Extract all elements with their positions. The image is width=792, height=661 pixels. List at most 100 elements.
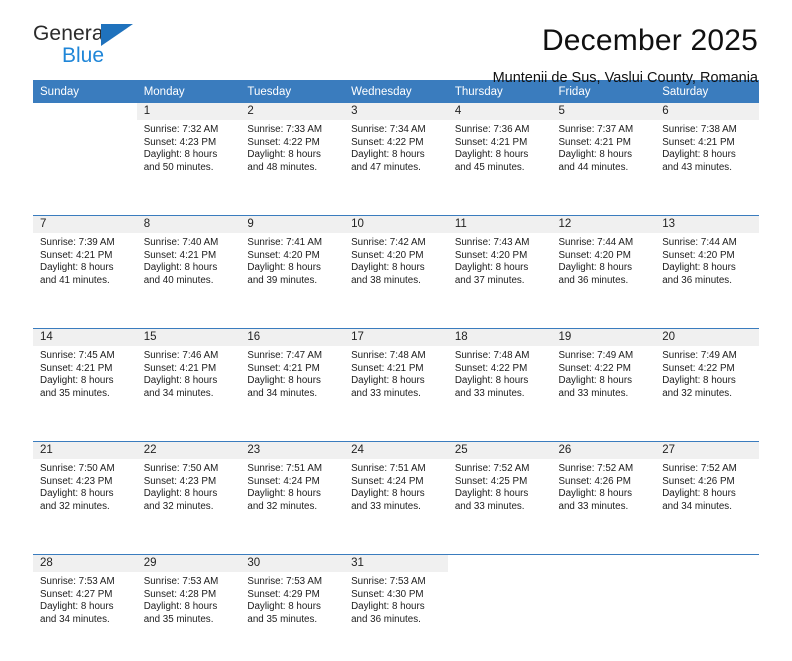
day-cell[interactable]: Sunrise: 7:50 AM Sunset: 4:23 PM Daylight:…: [33, 459, 137, 548]
day-number-cell[interactable]: 26: [551, 441, 656, 459]
daylight-text-line2: and 35 minutes.: [40, 387, 110, 399]
day-number-cell[interactable]: 23: [240, 441, 345, 459]
day-cell[interactable]: Sunrise: 7:53 AM Sunset: 4:30 PM Daylight:…: [344, 572, 448, 661]
day-number-cell[interactable]: 31: [344, 554, 448, 572]
day-cell[interactable]: Sunrise: 7:53 AM Sunset: 4:29 PM Daylight:…: [240, 572, 344, 661]
day-number-cell[interactable]: 18: [447, 328, 552, 346]
day-cell[interactable]: Sunrise: 7:33 AM Sunset: 4:22 PM Daylight:…: [240, 120, 344, 209]
daylight-text-line1: Daylight: 8 hours: [454, 375, 529, 387]
day-cell-body: Sunrise: 7:49 AM Sunset: 4:22 PM Daylight:…: [552, 346, 656, 400]
day-cell[interactable]: Sunrise: 7:48 AM Sunset: 4:22 PM Daylight:…: [448, 346, 552, 435]
day-number-cell[interactable]: 9: [240, 215, 345, 233]
day-cell[interactable]: Sunrise: 7:46 AM Sunset: 4:21 PM Daylight:…: [137, 346, 241, 435]
day-cell[interactable]: Sunrise: 7:52 AM Sunset: 4:26 PM Daylight:…: [552, 459, 656, 548]
weekday-header-monday: Monday: [136, 80, 241, 103]
day-number: 7: [40, 218, 47, 230]
sunset-text: Sunset: 4:21 PM: [351, 362, 424, 374]
daylight-text-line1: Daylight: 8 hours: [558, 262, 633, 274]
daylight-text-line1: Daylight: 8 hours: [247, 375, 321, 387]
day-number-cell[interactable]: 6: [655, 103, 759, 120]
daylight-text-line1: Daylight: 8 hours: [454, 488, 529, 500]
daylight-text-line2: and 40 minutes.: [143, 274, 214, 286]
day-cell[interactable]: Sunrise: 7:44 AM Sunset: 4:20 PM Daylight:…: [655, 233, 759, 322]
day-number-cell[interactable]: 25: [447, 441, 552, 459]
day-number-cell[interactable]: 1: [136, 103, 241, 120]
day-number-cell[interactable]: 3: [344, 103, 448, 120]
day-number-cell[interactable]: 5: [551, 103, 656, 120]
day-cell[interactable]: Sunrise: 7:52 AM Sunset: 4:25 PM Daylight:…: [448, 459, 552, 548]
day-number-cell[interactable]: 10: [344, 215, 448, 233]
day-number-cell[interactable]: 29: [136, 554, 241, 572]
day-number-cell[interactable]: 4: [447, 103, 552, 120]
day-cell[interactable]: Sunrise: 7:50 AM Sunset: 4:23 PM Daylight:…: [137, 459, 241, 548]
day-cell[interactable]: Sunrise: 7:42 AM Sunset: 4:20 PM Daylight:…: [344, 233, 448, 322]
day-number-cell[interactable]: 21: [33, 441, 137, 459]
day-number: 27: [662, 444, 676, 456]
day-number-cell[interactable]: 24: [344, 441, 448, 459]
daylight-text-line1: Daylight: 8 hours: [143, 149, 218, 161]
day-cell[interactable]: Sunrise: 7:51 AM Sunset: 4:24 PM Daylight:…: [240, 459, 344, 548]
day-number-cell[interactable]: 16: [240, 328, 345, 346]
sunset-text: Sunset: 4:24 PM: [247, 475, 320, 487]
day-cell[interactable]: Sunrise: 7:41 AM Sunset: 4:20 PM Daylight:…: [240, 233, 344, 322]
daylight-text-line1: Daylight: 8 hours: [662, 375, 736, 387]
sunset-text: Sunset: 4:23 PM: [143, 475, 217, 487]
day-number-cell[interactable]: 7: [33, 215, 137, 233]
day-number-cell[interactable]: 28: [33, 554, 137, 572]
day-number-cell[interactable]: 12: [551, 215, 656, 233]
sunset-text: Sunset: 4:23 PM: [40, 475, 113, 487]
daylight-text-line1: Daylight: 8 hours: [143, 262, 218, 274]
day-cell[interactable]: Sunrise: 7:43 AM Sunset: 4:20 PM Daylight:…: [448, 233, 552, 322]
day-number-cell[interactable]: 11: [447, 215, 552, 233]
day-cell[interactable]: Sunrise: 7:53 AM Sunset: 4:28 PM Daylight:…: [137, 572, 241, 661]
day-cell[interactable]: Sunrise: 7:37 AM Sunset: 4:21 PM Daylight:…: [552, 120, 656, 209]
day-number-cell[interactable]: 17: [344, 328, 448, 346]
daylight-text-line1: Daylight: 8 hours: [558, 149, 633, 161]
sunset-text: Sunset: 4:21 PM: [143, 249, 217, 261]
sunrise-text: Sunrise: 7:45 AM: [40, 350, 115, 361]
day-cell[interactable]: Sunrise: 7:34 AM Sunset: 4:22 PM Daylight:…: [344, 120, 448, 209]
day-number-cell[interactable]: 15: [136, 328, 241, 346]
day-cell[interactable]: Sunrise: 7:32 AM Sunset: 4:23 PM Daylight:…: [137, 120, 241, 209]
day-number-cell[interactable]: 2: [240, 103, 345, 120]
day-number-cell[interactable]: 20: [655, 328, 759, 346]
daylight-text-line1: Daylight: 8 hours: [454, 149, 529, 161]
day-cell[interactable]: Sunrise: 7:51 AM Sunset: 4:24 PM Daylight:…: [344, 459, 448, 548]
sunset-text: Sunset: 4:20 PM: [247, 249, 320, 261]
day-number-cell[interactable]: 14: [33, 328, 137, 346]
week-daynumber-row: 28 29 30 31: [33, 554, 759, 572]
day-cell[interactable]: Sunrise: 7:44 AM Sunset: 4:20 PM Daylight:…: [552, 233, 656, 322]
generalblue-logo[interactable]: General Blue: [33, 22, 153, 74]
day-number-cell[interactable]: 27: [655, 441, 759, 459]
day-number-cell[interactable]: 19: [551, 328, 656, 346]
sunrise-text: Sunrise: 7:53 AM: [40, 576, 115, 587]
day-number-cell[interactable]: 8: [136, 215, 241, 233]
day-cell-body: Sunrise: 7:43 AM Sunset: 4:20 PM Daylight:…: [448, 233, 552, 287]
day-cell[interactable]: Sunrise: 7:38 AM Sunset: 4:21 PM Daylight:…: [655, 120, 759, 209]
day-cell[interactable]: Sunrise: 7:49 AM Sunset: 4:22 PM Daylight:…: [655, 346, 759, 435]
day-cell[interactable]: Sunrise: 7:48 AM Sunset: 4:21 PM Daylight:…: [344, 346, 448, 435]
day-number-cell[interactable]: 30: [240, 554, 345, 572]
day-cell-body: Sunrise: 7:46 AM Sunset: 4:21 PM Daylight:…: [137, 346, 241, 400]
daylight-text-line1: Daylight: 8 hours: [351, 149, 425, 161]
sunset-text: Sunset: 4:24 PM: [351, 475, 424, 487]
day-cell[interactable]: Sunrise: 7:49 AM Sunset: 4:22 PM Daylight:…: [552, 346, 656, 435]
day-cell-body: Sunrise: 7:40 AM Sunset: 4:21 PM Daylight:…: [137, 233, 241, 287]
day-cell-empty: [33, 120, 137, 209]
day-cell[interactable]: Sunrise: 7:36 AM Sunset: 4:21 PM Daylight:…: [448, 120, 552, 209]
day-cell[interactable]: Sunrise: 7:47 AM Sunset: 4:21 PM Daylight:…: [240, 346, 344, 435]
day-cell[interactable]: Sunrise: 7:52 AM Sunset: 4:26 PM Daylight:…: [655, 459, 759, 548]
daylight-text-line2: and 33 minutes.: [558, 387, 629, 399]
day-cell[interactable]: Sunrise: 7:40 AM Sunset: 4:21 PM Daylight:…: [137, 233, 241, 322]
day-number-cell[interactable]: 13: [655, 215, 759, 233]
sunset-text: Sunset: 4:25 PM: [454, 475, 528, 487]
day-number: 26: [558, 444, 572, 456]
day-cell[interactable]: Sunrise: 7:39 AM Sunset: 4:21 PM Daylight:…: [33, 233, 137, 322]
day-number-cell[interactable]: 22: [136, 441, 241, 459]
day-number: 29: [143, 557, 157, 569]
sunrise-text: Sunrise: 7:34 AM: [351, 124, 426, 135]
day-cell[interactable]: Sunrise: 7:45 AM Sunset: 4:21 PM Daylight:…: [33, 346, 137, 435]
day-cell[interactable]: Sunrise: 7:53 AM Sunset: 4:27 PM Daylight:…: [33, 572, 137, 661]
day-number: 22: [143, 444, 157, 456]
logo-text-general: General: [33, 22, 109, 45]
